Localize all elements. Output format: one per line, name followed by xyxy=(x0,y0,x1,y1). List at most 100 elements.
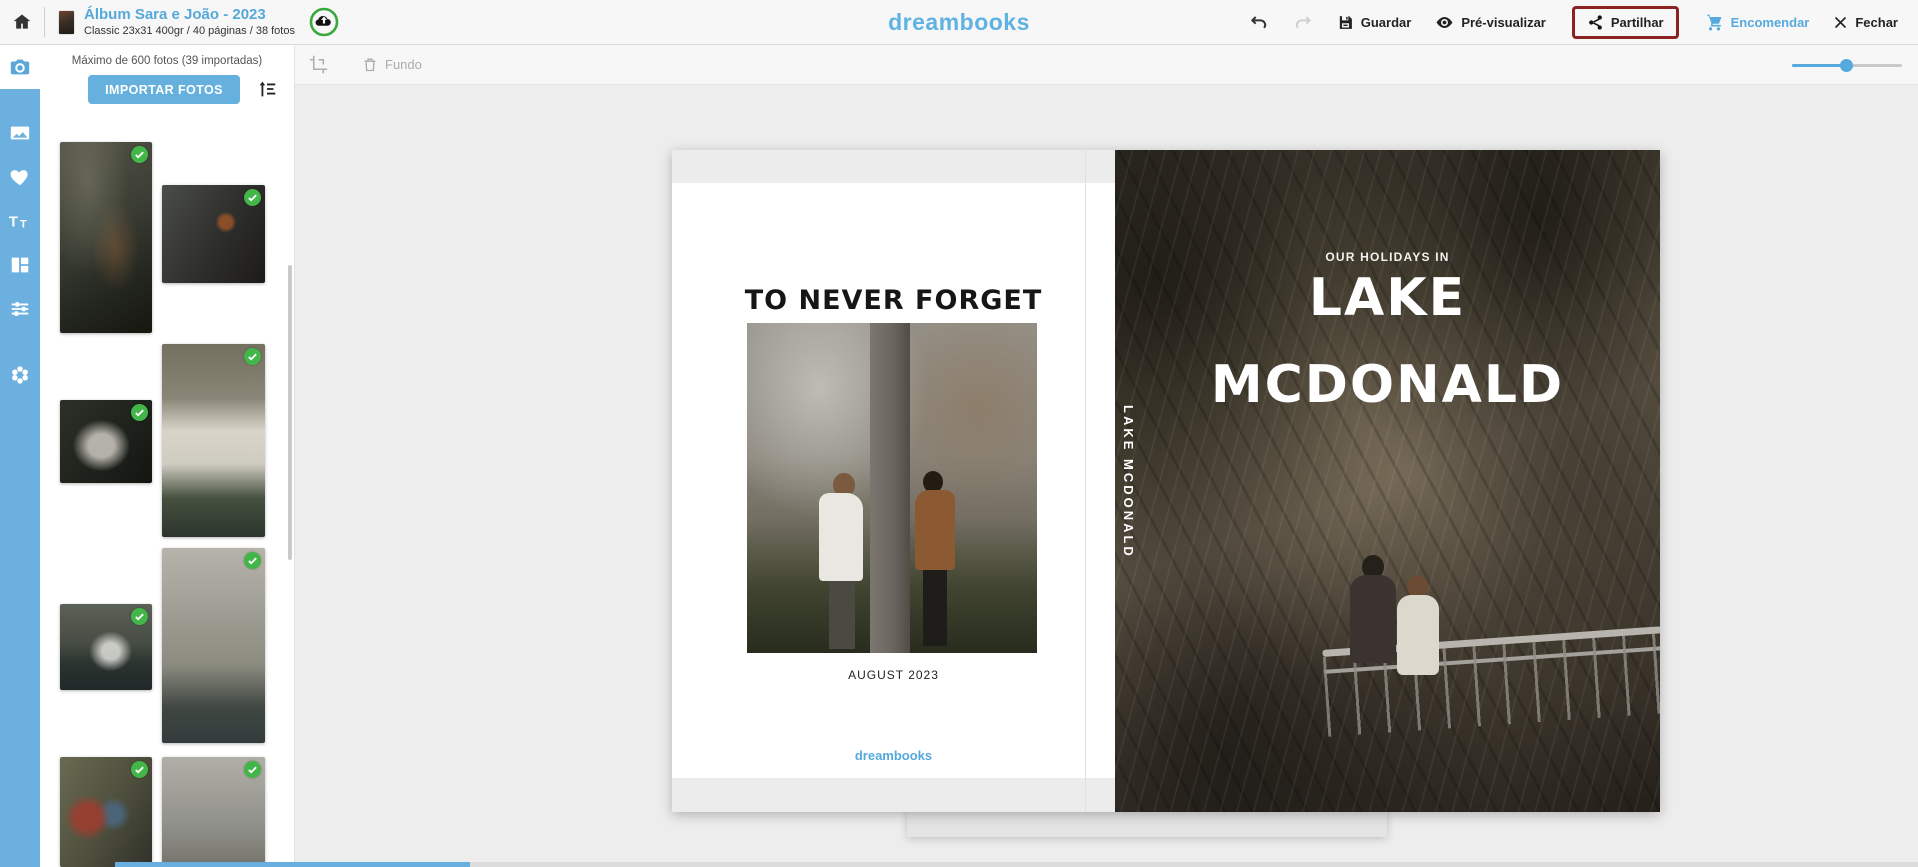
camera-icon xyxy=(9,56,31,78)
trash-icon xyxy=(362,56,378,73)
front-cover-title-line2[interactable]: MCDONALD xyxy=(1115,355,1660,415)
used-check-icon xyxy=(244,552,261,569)
used-check-icon xyxy=(131,608,148,625)
rail-item-favorites[interactable] xyxy=(0,155,40,199)
share-button[interactable]: Partilhar xyxy=(1572,6,1679,39)
save-icon xyxy=(1337,14,1354,31)
heart-icon xyxy=(9,166,31,188)
save-label: Guardar xyxy=(1361,15,1412,30)
sort-photos-button[interactable] xyxy=(256,78,280,102)
used-check-icon xyxy=(244,348,261,365)
album-meta: Álbum Sara e João - 2023 Classic 23x31 4… xyxy=(84,6,295,39)
bleed-area-top xyxy=(672,150,1115,183)
photo-thumbnail-couple-sitting-rocks[interactable] xyxy=(60,757,152,867)
close-label: Fechar xyxy=(1855,15,1898,30)
canvas-toolbar: Fundo xyxy=(295,45,1918,85)
text-icon: TT xyxy=(8,210,32,232)
layout-icon xyxy=(9,254,31,276)
flower-icon xyxy=(9,364,31,386)
zoom-slider-thumb[interactable] xyxy=(1840,59,1853,72)
photo-thumbnail-woman-hat-in-boat[interactable] xyxy=(162,344,265,537)
save-button[interactable]: Guardar xyxy=(1337,14,1412,31)
front-cover-kicker[interactable]: OUR HOLIDAYS IN xyxy=(1115,250,1660,264)
import-photos-button[interactable]: IMPORTAR FOTOS xyxy=(88,75,240,104)
photo-thumbnail-cliff-and-boat[interactable] xyxy=(162,548,265,743)
man-figure xyxy=(915,471,955,646)
front-cover-page[interactable]: LAKE MCDONALD OUR HOLIDAYS IN LAKE MCDON… xyxy=(1115,150,1660,812)
svg-text:T: T xyxy=(9,215,18,231)
photo-thumbnail-couple-on-bridge[interactable] xyxy=(60,142,152,333)
panel-scrollbar[interactable] xyxy=(288,265,292,560)
back-cover-page[interactable]: TO NEVER FORGET AUGUST 2023 dreambooks xyxy=(672,150,1115,812)
home-icon xyxy=(12,12,32,32)
bleed-area-bottom xyxy=(672,778,1115,812)
rail-item-text[interactable]: TT xyxy=(0,199,40,243)
horizontal-scrollbar-track[interactable] xyxy=(295,862,1918,867)
top-bar-left: Álbum Sara e João - 2023 Classic 23x31 4… xyxy=(0,0,339,44)
used-check-icon xyxy=(131,146,148,163)
back-cover-photo[interactable] xyxy=(747,323,1037,653)
order-label: Encomendar xyxy=(1731,15,1810,30)
photo-thumbnail-cliff-wall-couple[interactable] xyxy=(162,757,265,867)
zoom-slider-fill xyxy=(1792,64,1847,67)
share-label: Partilhar xyxy=(1611,15,1664,30)
rail-item-photos[interactable] xyxy=(0,45,40,89)
svg-text:T: T xyxy=(20,218,27,230)
back-cover-caption[interactable]: AUGUST 2023 xyxy=(672,668,1115,682)
zoom-slider[interactable] xyxy=(1792,59,1902,72)
used-check-icon xyxy=(244,761,261,778)
album-title[interactable]: Álbum Sara e João - 2023 xyxy=(84,6,295,25)
background-label: Fundo xyxy=(385,57,422,72)
cover-spread[interactable]: TO NEVER FORGET AUGUST 2023 dreambooks L… xyxy=(672,150,1660,812)
rail-item-images[interactable] xyxy=(0,111,40,155)
front-cover-title-line1[interactable]: LAKE xyxy=(1115,268,1660,328)
man-figure xyxy=(1350,555,1396,663)
photobook-editor: Álbum Sara e João - 2023 Classic 23x31 4… xyxy=(0,0,1918,867)
woman-figure xyxy=(819,473,863,649)
used-check-icon xyxy=(131,404,148,421)
photo-thumbnail-man-on-rocks[interactable] xyxy=(162,185,265,283)
top-bar: Álbum Sara e João - 2023 Classic 23x31 4… xyxy=(0,0,1918,45)
redo-button[interactable] xyxy=(1293,12,1313,32)
upload-status-badge xyxy=(309,7,339,37)
crop-icon xyxy=(309,55,328,74)
top-bar-actions: Guardar Pré-visualizar Partilhar Encomen… xyxy=(1249,6,1918,39)
used-check-icon xyxy=(244,189,261,206)
back-cover-brand: dreambooks xyxy=(672,748,1115,763)
album-subtitle: Classic 23x31 400gr / 40 páginas / 38 fo… xyxy=(84,25,295,39)
rail-item-adjustments[interactable] xyxy=(0,287,40,331)
tree-trunk xyxy=(870,323,910,653)
order-button[interactable]: Encomendar xyxy=(1705,13,1810,32)
back-cover-title[interactable]: TO NEVER FORGET xyxy=(672,285,1115,316)
preview-button[interactable]: Pré-visualizar xyxy=(1435,13,1546,32)
undo-icon xyxy=(1249,12,1269,32)
spine-title[interactable]: LAKE MCDONALD xyxy=(1121,405,1136,735)
divider xyxy=(44,7,45,37)
album-cover-thumbnail xyxy=(59,11,74,34)
photo-thumbnail-woman-white-sweater[interactable] xyxy=(60,400,152,483)
photo-thumbnail-boat-on-lake[interactable] xyxy=(60,604,152,690)
image-icon xyxy=(9,122,31,144)
close-button[interactable]: Fechar xyxy=(1833,15,1898,30)
tool-rail: TT xyxy=(0,45,40,867)
rail-item-decorations[interactable] xyxy=(0,353,40,397)
share-icon xyxy=(1587,14,1604,31)
horizontal-scrollbar-thumb[interactable] xyxy=(115,862,470,867)
redo-icon xyxy=(1293,12,1313,32)
delete-background-button[interactable]: Fundo xyxy=(362,56,422,73)
used-check-icon xyxy=(131,761,148,778)
photo-limit-label: Máximo de 600 fotos (39 importadas) xyxy=(40,55,294,67)
sort-icon xyxy=(256,78,280,100)
undo-button[interactable] xyxy=(1249,12,1269,32)
close-icon xyxy=(1833,15,1848,30)
editor-canvas: Fundo TO NEVER FORGET xyxy=(295,45,1918,867)
sliders-icon xyxy=(9,298,31,320)
woman-figure xyxy=(1397,575,1439,675)
cart-icon xyxy=(1705,13,1724,32)
crop-button[interactable] xyxy=(309,55,328,74)
fold-line xyxy=(1085,150,1086,812)
cloud-upload-icon xyxy=(309,7,339,37)
preview-label: Pré-visualizar xyxy=(1461,15,1546,30)
home-button[interactable] xyxy=(0,12,44,32)
rail-item-layouts[interactable] xyxy=(0,243,40,287)
